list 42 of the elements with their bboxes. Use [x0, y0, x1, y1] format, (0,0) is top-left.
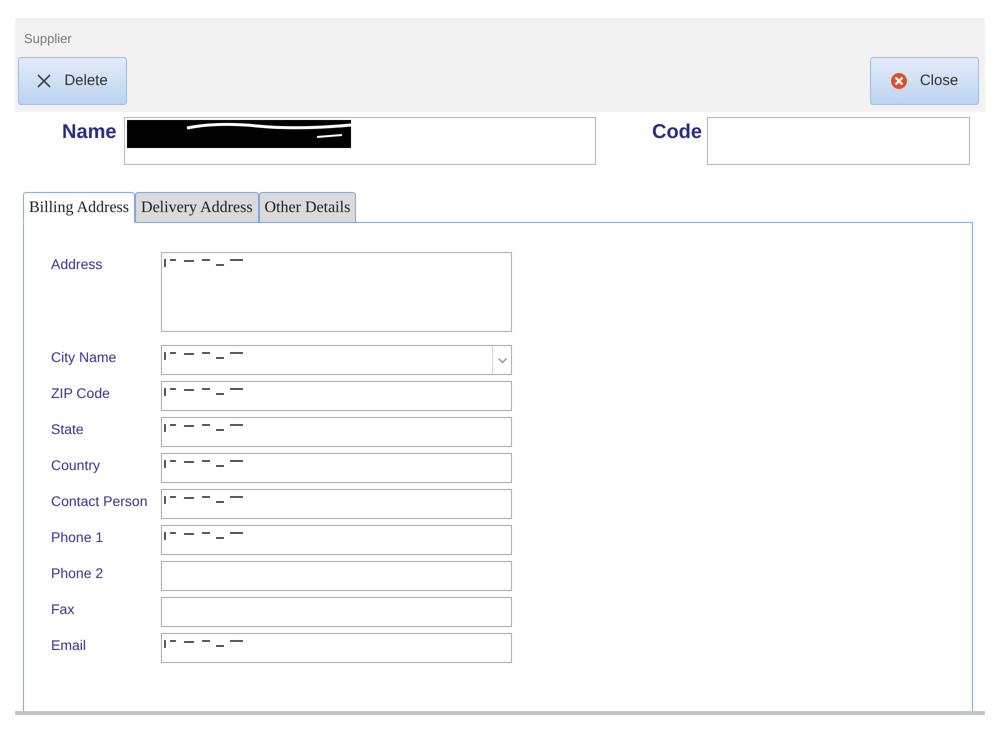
- close-x-icon: [37, 74, 52, 88]
- redacted-text-icon: [164, 388, 244, 397]
- text-field[interactable]: [161, 633, 512, 663]
- redacted-text-icon: [164, 352, 244, 361]
- tab[interactable]: Billing Address: [23, 192, 136, 223]
- field-label: Country: [51, 456, 102, 475]
- text-field[interactable]: [161, 489, 512, 519]
- chevron-down-icon: [498, 358, 506, 362]
- field-label: Phone 1: [51, 528, 104, 547]
- tab[interactable]: Delivery Address: [135, 192, 259, 223]
- text-field[interactable]: [161, 597, 512, 627]
- field-label: ZIP Code: [51, 384, 111, 403]
- field-label: Phone 2: [51, 564, 104, 583]
- field-label: Address: [51, 255, 104, 274]
- text-field[interactable]: [161, 525, 512, 555]
- text-area[interactable]: [161, 252, 512, 332]
- text-field[interactable]: [161, 561, 512, 591]
- text-field[interactable]: [707, 117, 970, 165]
- window-title: Supplier: [24, 31, 72, 46]
- field-label: Fax: [51, 600, 76, 619]
- redacted-text-icon: [164, 424, 244, 433]
- field-label: Email: [51, 636, 88, 655]
- text-field[interactable]: [161, 453, 512, 483]
- redacted-text-icon: [127, 120, 351, 148]
- field-label: Name: [62, 120, 118, 144]
- text-field[interactable]: [161, 381, 512, 411]
- dropdown-field[interactable]: [161, 345, 512, 375]
- field-label: Code: [652, 120, 703, 144]
- delete-button[interactable]: Delete: [18, 57, 127, 105]
- redacted-text-icon: [164, 640, 244, 649]
- redacted-text-icon: [164, 496, 244, 505]
- redacted-text-icon: [164, 460, 244, 469]
- close-button[interactable]: Close: [870, 57, 979, 105]
- field-label: State: [51, 420, 85, 439]
- field-label: City Name: [51, 348, 118, 367]
- redacted-text-icon: [164, 532, 244, 541]
- redacted-text-icon: [164, 259, 244, 268]
- close-icon: [890, 73, 907, 89]
- text-field[interactable]: [124, 117, 596, 165]
- tab[interactable]: Other Details: [258, 192, 356, 223]
- text-field[interactable]: [161, 417, 512, 447]
- field-label: Contact Person: [51, 492, 148, 511]
